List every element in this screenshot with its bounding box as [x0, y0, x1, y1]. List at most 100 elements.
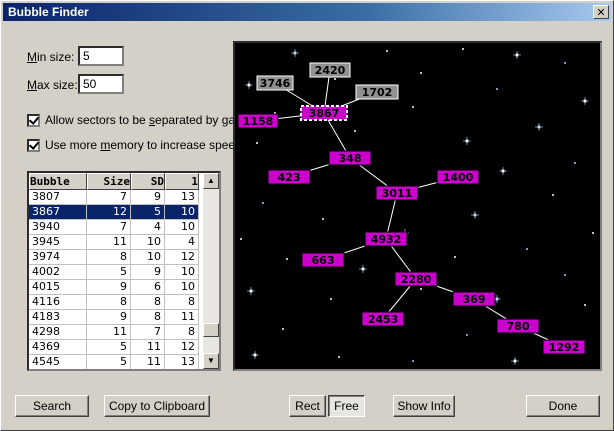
- bubble-finder-window: Bubble Finder ✕ Min size: Max size: Allo…: [0, 0, 614, 431]
- table-row[interactable]: 4002 5 9 10: [29, 265, 199, 280]
- table-cell: 4: [165, 235, 199, 250]
- close-icon: ✕: [596, 6, 606, 19]
- table-row[interactable]: 4298 11 7 8: [29, 325, 199, 340]
- table-row[interactable]: 4369 5 11 12: [29, 340, 199, 355]
- star: [330, 298, 332, 300]
- star: [496, 88, 498, 90]
- table-cell: 10: [131, 235, 165, 250]
- table-cell: 13: [165, 190, 199, 205]
- table-cell: 7: [87, 220, 131, 235]
- scroll-up-button[interactable]: ▲: [203, 173, 219, 189]
- table-cell: 3807: [29, 190, 87, 205]
- sector-node-1400[interactable]: 1400: [436, 169, 480, 185]
- table-row[interactable]: 3974 8 10 12: [29, 250, 199, 265]
- sector-node-1702[interactable]: 1702: [355, 84, 399, 100]
- more-memory-checkbox[interactable]: [27, 138, 40, 152]
- free-button[interactable]: Free: [328, 395, 365, 417]
- window-title: Bubble Finder: [8, 5, 89, 19]
- table-cell: 7: [131, 325, 165, 340]
- table-cell: 12: [87, 205, 131, 220]
- copy-to-clipboard-button[interactable]: Copy to Clipboard: [104, 395, 210, 417]
- column-header-size[interactable]: Size: [87, 173, 131, 190]
- bubble-map-canvas[interactable]: 3746 2420 1702 3867 1158 348 423 3011 1400 4932 66…: [233, 41, 602, 371]
- sector-node-label: 780: [507, 320, 530, 333]
- sector-node-3867[interactable]: 3867: [300, 105, 348, 121]
- bubble-table[interactable]: Bubble Size SD 1 3807 7 9 13 3867 12 5 10 3940 7 4…: [27, 171, 221, 371]
- table-scrollbar[interactable]: ▲ ▼: [203, 173, 219, 369]
- sector-node-369[interactable]: 369: [452, 291, 496, 307]
- sector-node-2420[interactable]: 2420: [309, 62, 351, 78]
- sector-node-label: 3011: [382, 187, 413, 200]
- table-cell: 5: [87, 265, 131, 280]
- table-cell: 10: [165, 265, 199, 280]
- column-header-1[interactable]: 1: [165, 173, 199, 190]
- star: [462, 48, 464, 50]
- table-cell: 9: [87, 310, 131, 325]
- more-memory-option[interactable]: Use more memory to increase speed: [27, 138, 242, 152]
- table-row[interactable]: 4015 9 6 10: [29, 280, 199, 295]
- allow-separated-option[interactable]: Allow sectors to be separated by gate: [27, 113, 245, 127]
- table-row[interactable]: 4183 9 8 11: [29, 310, 199, 325]
- star: [412, 106, 414, 108]
- sector-node-2453[interactable]: 2453: [361, 311, 405, 327]
- sector-node-423[interactable]: 423: [267, 169, 311, 185]
- column-header-bubble[interactable]: Bubble: [29, 173, 87, 190]
- done-button[interactable]: Done: [526, 395, 600, 417]
- table-cell: 4298: [29, 325, 87, 340]
- star: [386, 50, 388, 52]
- table-cell: 8: [87, 250, 131, 265]
- sector-node-label: 1292: [549, 341, 580, 354]
- title-bar[interactable]: Bubble Finder ✕: [3, 3, 611, 21]
- min-size-label: Min size:: [27, 50, 75, 64]
- rect-button[interactable]: Rect: [289, 395, 326, 417]
- bubble-map-svg[interactable]: 3746 2420 1702 3867 1158 348 423 3011 1400 4932 66…: [235, 43, 600, 369]
- table-cell: 5: [87, 355, 131, 369]
- table-header: Bubble Size SD 1: [29, 173, 199, 190]
- more-memory-label: Use more memory to increase speed: [45, 138, 242, 152]
- table-cell: 10: [165, 220, 199, 235]
- scroll-thumb[interactable]: [203, 323, 219, 337]
- sector-node-label: 3867: [309, 107, 340, 120]
- table-row[interactable]: 3807 7 9 13: [29, 190, 199, 205]
- table-cell: 9: [131, 190, 165, 205]
- sector-node-663[interactable]: 663: [301, 252, 345, 268]
- sector-node-1158[interactable]: 1158: [237, 113, 279, 129]
- sector-node-4932[interactable]: 4932: [364, 231, 408, 247]
- table-cell: 9: [131, 265, 165, 280]
- search-button[interactable]: Search: [15, 395, 89, 417]
- star: [454, 256, 456, 258]
- star: [256, 142, 258, 144]
- table-cell: 3940: [29, 220, 87, 235]
- sector-node-3746[interactable]: 3746: [256, 75, 294, 91]
- max-size-input[interactable]: [78, 74, 124, 94]
- table-cell: 5: [87, 340, 131, 355]
- table-row[interactable]: 4116 8 8 8: [29, 295, 199, 310]
- sector-node-3011[interactable]: 3011: [375, 185, 419, 201]
- close-button[interactable]: ✕: [593, 5, 609, 19]
- star: [322, 218, 324, 220]
- table-cell: 11: [165, 310, 199, 325]
- allow-separated-checkbox[interactable]: [27, 113, 40, 127]
- sector-node-label: 2453: [368, 313, 399, 326]
- table-row[interactable]: 3940 7 4 10: [29, 220, 199, 235]
- table-cell: 11: [87, 325, 131, 340]
- sector-node-2280[interactable]: 2280: [394, 271, 438, 287]
- allow-separated-label: Allow sectors to be separated by gate: [45, 113, 246, 127]
- table-cell: 4545: [29, 355, 87, 369]
- table-cell: 8: [165, 325, 199, 340]
- column-header-sd[interactable]: SD: [131, 173, 165, 190]
- table-row[interactable]: 3945 11 10 4: [29, 235, 199, 250]
- min-size-input[interactable]: [78, 46, 124, 66]
- table-row[interactable]: 3867 12 5 10: [29, 205, 199, 220]
- sector-node-348[interactable]: 348: [328, 150, 372, 166]
- table-cell: 9: [87, 280, 131, 295]
- show-info-button[interactable]: Show Info: [393, 395, 455, 417]
- scroll-down-button[interactable]: ▼: [203, 353, 219, 369]
- table-cell: 8: [165, 295, 199, 310]
- sector-node-label: 3746: [260, 77, 291, 90]
- table-cell: 3867: [29, 205, 87, 220]
- sector-node-780[interactable]: 780: [496, 318, 540, 334]
- sector-node-1292[interactable]: 1292: [542, 339, 586, 355]
- star: [584, 304, 586, 306]
- table-row[interactable]: 4545 5 11 13: [29, 355, 199, 369]
